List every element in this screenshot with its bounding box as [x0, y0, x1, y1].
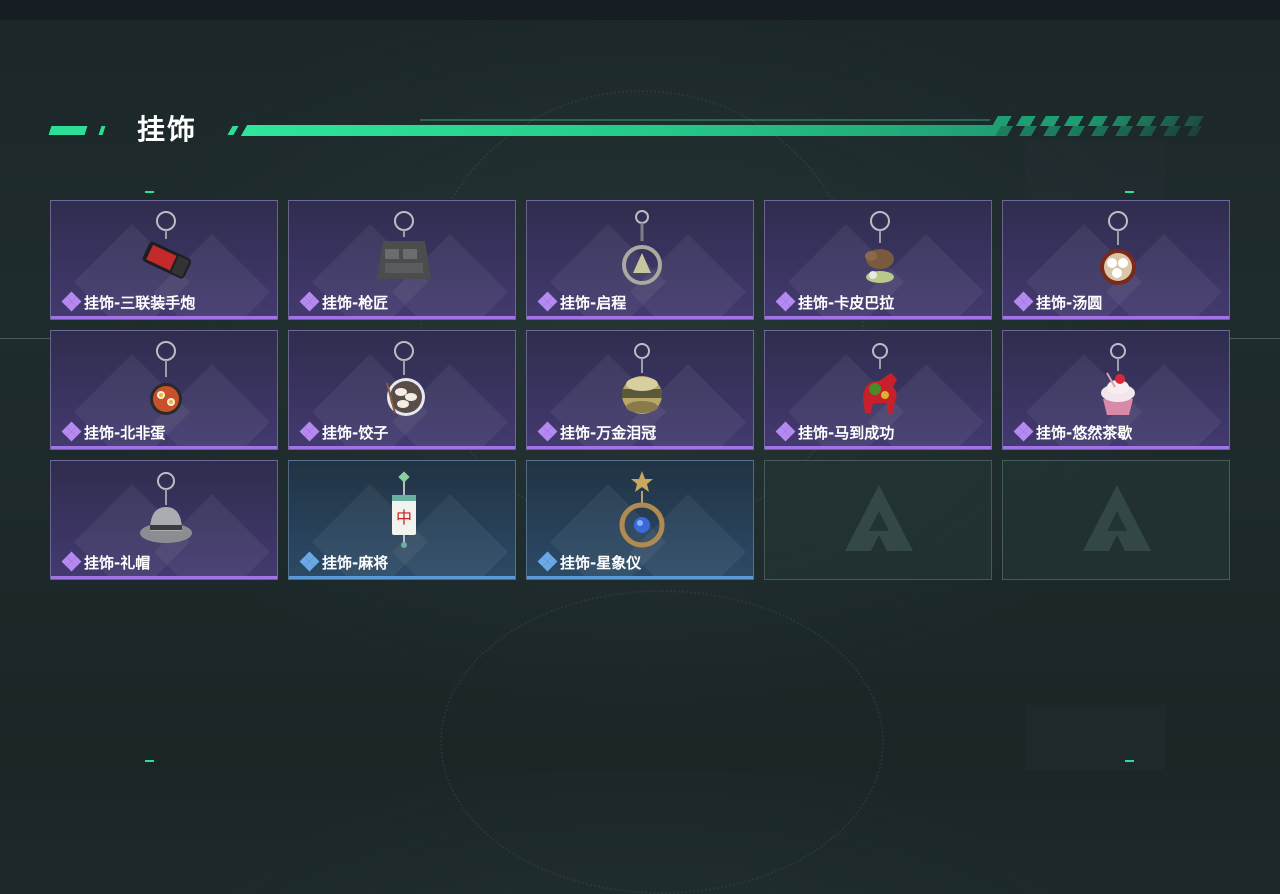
corner-tick [1125, 760, 1134, 762]
background-arc [440, 590, 884, 894]
rarity-bar [527, 316, 753, 319]
charm-card[interactable]: 挂饰-悠然茶歇 [1002, 330, 1230, 450]
triple-hand-cannon-charm-icon [142, 211, 192, 279]
rarity-icon [299, 421, 320, 442]
rarity-bar [1003, 316, 1229, 319]
svg-text:中: 中 [396, 508, 412, 527]
charm-card[interactable]: 挂饰-北非蛋 [50, 330, 278, 450]
charm-label: 挂饰-汤圆 [1036, 294, 1103, 312]
rarity-bar [289, 316, 515, 319]
rarity-icon [1013, 291, 1034, 312]
rarity-icon [61, 551, 82, 572]
charm-label: 挂饰-马到成功 [798, 424, 895, 442]
rarity-icon [61, 291, 82, 312]
top-bar [0, 0, 1280, 20]
rarity-bar [765, 446, 991, 449]
departure-emblem-charm-icon [622, 210, 662, 285]
charm-label: 挂饰-麻将 [322, 554, 389, 572]
rarity-bar [527, 446, 753, 449]
charm-label: 挂饰-悠然茶歇 [1036, 424, 1133, 442]
empty-slot[interactable] [764, 460, 992, 580]
header-dash [48, 126, 88, 135]
corner-tick [145, 760, 154, 762]
fedora-hat-charm-icon [140, 472, 192, 543]
charm-card[interactable]: 挂饰-马到成功 [764, 330, 992, 450]
empty-slot-logo-icon [1083, 485, 1151, 551]
rarity-bar [765, 316, 991, 319]
capybara-charm-icon [865, 211, 894, 283]
charm-card[interactable]: 挂饰-枪匠 [288, 200, 516, 320]
rarity-icon [775, 421, 796, 442]
empty-slot[interactable] [1002, 460, 1230, 580]
rarity-icon [299, 551, 320, 572]
cupcake-charm-icon [1101, 343, 1135, 415]
corner-tick [145, 191, 154, 193]
page-title: 挂饰 [137, 113, 198, 146]
rarity-bar [51, 446, 277, 449]
charm-card[interactable]: 挂饰-卡皮巴拉 [764, 200, 992, 320]
charm-label: 挂饰-枪匠 [322, 294, 389, 312]
charm-label: 挂饰-万金泪冠 [560, 424, 657, 442]
rarity-bar [1003, 446, 1229, 449]
charm-card[interactable]: 挂饰-万金泪冠 [526, 330, 754, 450]
charm-card[interactable]: 挂饰-三联装手炮 [50, 200, 278, 320]
shakshuka-pan-charm-icon [150, 341, 182, 415]
rarity-bar [289, 576, 515, 579]
rarity-icon [299, 291, 320, 312]
charm-card[interactable]: 挂饰-启程 [526, 200, 754, 320]
header-thin-line [420, 119, 990, 121]
charm-label: 挂饰-星象仪 [560, 554, 642, 572]
charm-label: 挂饰-礼帽 [84, 554, 151, 572]
charm-card[interactable]: 挂饰-礼帽 [50, 460, 278, 580]
rarity-icon [775, 291, 796, 312]
charm-card[interactable]: 中 挂饰-麻将 [288, 460, 516, 580]
rarity-icon [537, 421, 558, 442]
charm-label: 挂饰-北非蛋 [84, 424, 166, 442]
rarity-icon [61, 421, 82, 442]
crown-charm-icon [622, 343, 662, 414]
side-line [1230, 338, 1280, 339]
header-bar [240, 125, 1008, 136]
rarity-icon [537, 291, 558, 312]
background-block [1025, 705, 1165, 770]
rarity-icon [537, 551, 558, 572]
gunsmith-vest-charm-icon [377, 211, 431, 279]
tangyuan-bowl-charm-icon [1100, 211, 1136, 285]
rarity-icon [1013, 421, 1034, 442]
header-dash [98, 126, 106, 135]
rarity-bar [51, 576, 277, 579]
mahjong-tile-charm-icon: 中 [392, 471, 416, 548]
charm-label: 挂饰-卡皮巴拉 [798, 294, 895, 312]
empty-slot-logo-icon [845, 485, 913, 551]
charm-card[interactable]: 挂饰-汤圆 [1002, 200, 1230, 320]
charm-grid: 挂饰-三联装手炮 挂饰-枪匠 挂饰-启程 挂饰-卡皮巴拉 挂饰-汤圆 挂饰-北非… [50, 200, 1230, 580]
rarity-bar [51, 316, 277, 319]
corner-tick [1125, 191, 1134, 193]
header-slash [227, 126, 239, 135]
red-horse-charm-icon [863, 343, 897, 413]
charm-label: 挂饰-启程 [560, 294, 627, 312]
rarity-bar [527, 576, 753, 579]
dumpling-plate-charm-icon [386, 341, 425, 416]
rarity-bar [289, 446, 515, 449]
header-checker-pattern [986, 116, 1208, 136]
charm-label: 挂饰-饺子 [322, 424, 389, 442]
charm-label: 挂饰-三联装手炮 [84, 294, 196, 312]
charm-card[interactable]: 挂饰-饺子 [288, 330, 516, 450]
astrolabe-charm-icon [619, 471, 665, 548]
charm-card[interactable]: 挂饰-星象仪 [526, 460, 754, 580]
side-line [0, 338, 50, 339]
